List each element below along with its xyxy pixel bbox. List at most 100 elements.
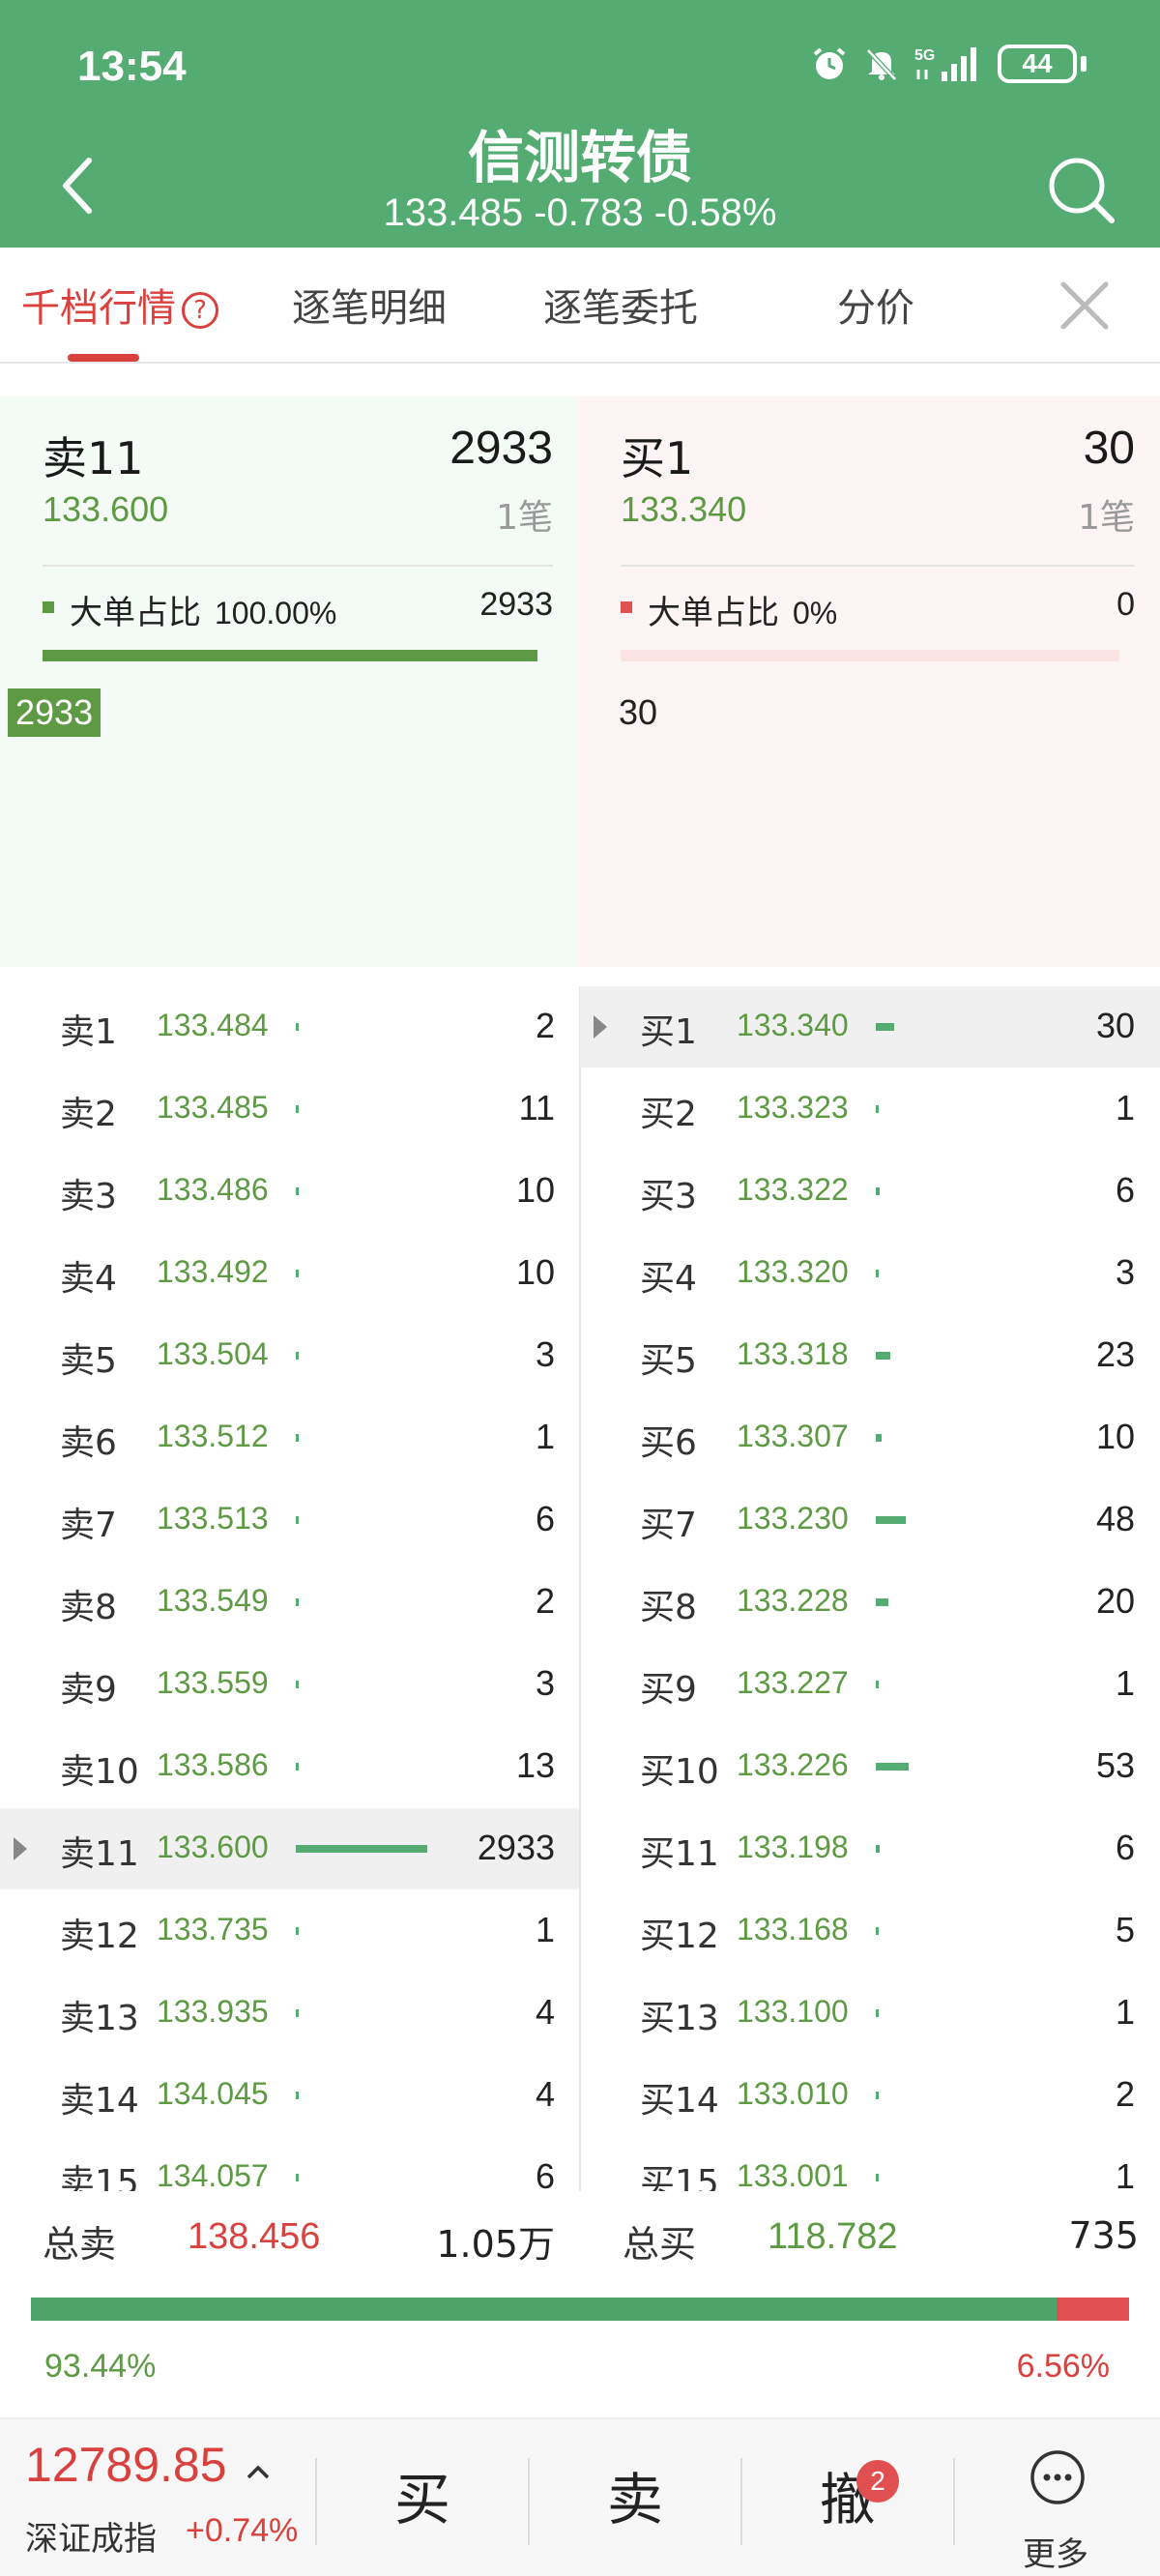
order-row[interactable]: 买4 133.320 3 <box>580 1233 1160 1314</box>
volume-bar <box>876 1434 882 1442</box>
app-root: 13:54 5G 44 信测转债 133.485 -0.783 -0.58% 千… <box>0 0 1160 2576</box>
order-level: 卖9 <box>60 1670 117 1710</box>
order-row[interactable]: 卖1 133.484 2 <box>0 986 580 1068</box>
order-row[interactable]: 卖10 133.586 13 <box>0 1726 580 1807</box>
sell-button[interactable]: 卖 <box>534 2446 737 2553</box>
order-level: 买8 <box>640 1588 697 1627</box>
volume-bar <box>876 1105 879 1113</box>
large-order-ratio: 大单占比 100.00% 2933 <box>43 582 553 632</box>
order-row[interactable]: 买14 133.010 2 <box>580 2055 1160 2136</box>
order-row[interactable]: 买5 133.318 23 <box>580 1315 1160 1396</box>
ratio-value: 0 <box>1116 586 1135 623</box>
caret-right-icon <box>594 1015 607 1039</box>
order-row[interactable]: 买9 133.227 1 <box>580 1644 1160 1725</box>
help-icon[interactable]: ? <box>182 292 218 329</box>
order-price: 133.512 <box>157 1419 269 1453</box>
total-sell-price: 138.456 <box>188 2216 321 2257</box>
order-price: 133.486 <box>157 1172 269 1207</box>
close-icon[interactable] <box>1056 277 1114 335</box>
order-row[interactable]: 买15 133.001 1 <box>580 2137 1160 2191</box>
order-row[interactable]: 买8 133.228 20 <box>580 1562 1160 1643</box>
order-row[interactable]: 买12 133.168 5 <box>580 1890 1160 1972</box>
tab-tick-orders[interactable]: 逐笔委托 <box>543 277 698 333</box>
order-volume: 3 <box>535 1663 555 1703</box>
order-volume: 11 <box>518 1088 555 1127</box>
order-row[interactable]: 买13 133.100 1 <box>580 1973 1160 2054</box>
order-level: 买11 <box>640 1834 719 1874</box>
order-row[interactable]: 卖11 133.600 2933 <box>0 1808 580 1889</box>
sell-ratio-fill <box>31 2298 1058 2321</box>
buy-level-panel[interactable]: 买1 30 133.340 1笔 大单占比 0% 0 30 <box>578 396 1160 967</box>
order-price: 133.484 <box>157 1008 269 1042</box>
volume-bar <box>876 2092 879 2099</box>
tab-price-distribution[interactable]: 分价 <box>837 277 914 333</box>
order-row[interactable]: 买1 133.340 30 <box>580 986 1160 1068</box>
sell-order-list[interactable]: 卖1 133.484 2 卖2 133.485 11 卖3 133.486 10 卖4 133.49… <box>0 986 580 2191</box>
order-row[interactable]: 卖14 134.045 4 <box>0 2055 580 2136</box>
order-price: 133.600 <box>157 1830 269 1864</box>
order-row[interactable]: 卖2 133.485 11 <box>0 1068 580 1150</box>
ratio-label: 大单占比 0% <box>648 586 837 633</box>
order-price: 133.549 <box>157 1583 269 1618</box>
buy-order-list[interactable]: 买1 133.340 30 买2 133.323 1 买3 133.322 6 买4 133.320… <box>580 986 1160 2191</box>
order-row[interactable]: 卖13 133.935 4 <box>0 1973 580 2054</box>
order-level: 买9 <box>640 1670 697 1710</box>
order-row[interactable]: 卖3 133.486 10 <box>0 1151 580 1232</box>
order-price: 134.057 <box>157 2158 269 2191</box>
more-label[interactable]: 更多 <box>1023 2528 1088 2575</box>
order-volume: 3 <box>1115 1252 1135 1292</box>
order-row[interactable]: 卖7 133.513 6 <box>0 1479 580 1561</box>
cancel-order-button[interactable]: 撤 <box>746 2446 949 2553</box>
more-icon[interactable] <box>1029 2448 1087 2506</box>
order-level: 卖6 <box>60 1423 117 1463</box>
search-icon[interactable] <box>1044 153 1117 226</box>
order-row[interactable]: 卖12 133.735 1 <box>0 1890 580 1972</box>
volume-bar <box>876 1187 880 1195</box>
index-value: 12789.85 <box>25 2438 227 2492</box>
order-volume: 1 <box>535 1910 555 1949</box>
order-price: 133.010 <box>737 2076 849 2111</box>
order-row[interactable]: 卖6 133.512 1 <box>0 1397 580 1478</box>
alarm-icon <box>813 47 846 79</box>
order-price: 133.168 <box>737 1912 849 1947</box>
volume-bar <box>876 1270 879 1277</box>
order-row[interactable]: 买6 133.307 10 <box>580 1397 1160 1478</box>
ratio-percent: 0% <box>793 596 838 630</box>
order-row[interactable]: 卖4 133.492 10 <box>0 1233 580 1314</box>
order-volume: 1 <box>1115 1992 1135 2032</box>
order-row[interactable]: 卖9 133.559 3 <box>0 1644 580 1725</box>
order-row[interactable]: 买3 133.322 6 <box>580 1151 1160 1232</box>
large-order-ratio: 大单占比 0% 0 <box>621 582 1135 633</box>
order-price: 133.198 <box>737 1830 849 1864</box>
sell-buy-ratio-bar <box>31 2298 1129 2321</box>
order-row[interactable]: 卖8 133.549 2 <box>0 1562 580 1643</box>
tab-order-book[interactable]: 千档行情? <box>21 277 218 333</box>
volume-bar <box>296 1023 299 1031</box>
header: 13:54 5G 44 信测转债 133.485 -0.783 -0.58% <box>0 0 1160 248</box>
order-price: 133.485 <box>157 1090 269 1125</box>
order-row[interactable]: 买2 133.323 1 <box>580 1068 1160 1150</box>
order-volume: 4 <box>535 2074 555 2114</box>
battery-cap <box>1081 56 1087 72</box>
buy-button[interactable]: 买 <box>321 2446 524 2553</box>
order-row[interactable]: 买7 133.230 48 <box>580 1479 1160 1561</box>
order-row[interactable]: 买11 133.198 6 <box>580 1808 1160 1889</box>
volume-bar <box>296 1352 299 1360</box>
ratio-label-text: 大单占比 <box>648 594 779 632</box>
order-level: 买1 <box>640 1012 697 1052</box>
index-name: 深证成指 <box>25 2520 157 2559</box>
sell-level-count: 1笔 <box>496 498 553 538</box>
order-level: 卖5 <box>60 1341 117 1381</box>
order-level: 卖14 <box>60 2081 139 2121</box>
order-price: 133.586 <box>157 1747 269 1782</box>
order-volume: 5 <box>1115 1910 1135 1949</box>
order-row[interactable]: 卖5 133.504 3 <box>0 1315 580 1396</box>
order-row[interactable]: 卖15 134.057 6 <box>0 2137 580 2191</box>
quote-summary: 133.485 -0.783 -0.58% <box>383 191 777 234</box>
order-volume: 2 <box>1115 2074 1135 2114</box>
green-dot-icon <box>43 601 54 613</box>
sell-level-panel[interactable]: 卖11 2933 133.600 1笔 大单占比 100.00% 2933 293… <box>0 396 578 967</box>
tab-tick-details[interactable]: 逐笔明细 <box>292 277 447 333</box>
order-row[interactable]: 买10 133.226 53 <box>580 1726 1160 1807</box>
total-sell-volume: 1.05万 <box>436 2223 555 2266</box>
